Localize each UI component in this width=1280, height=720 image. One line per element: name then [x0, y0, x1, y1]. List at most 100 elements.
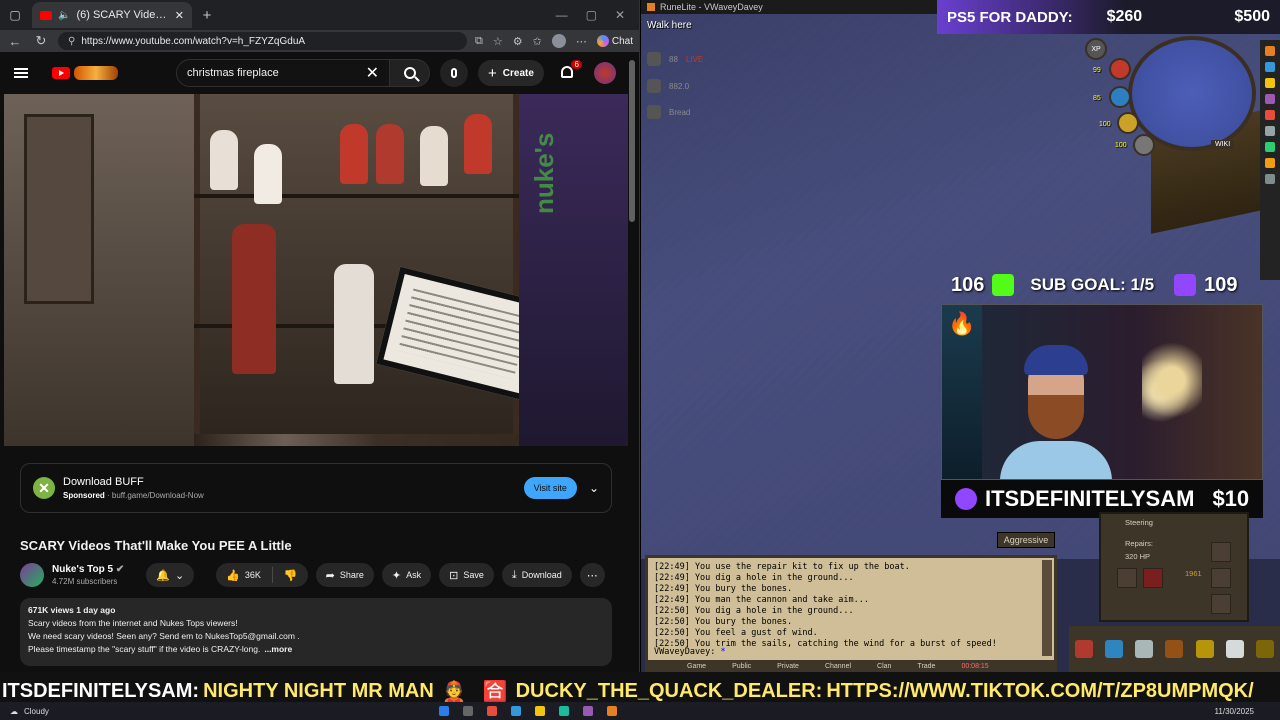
chat-tab-game[interactable]: Game	[687, 663, 706, 672]
wiki-button[interactable]: WIKI	[1211, 140, 1235, 149]
search-button[interactable]	[390, 59, 430, 87]
settings-icon[interactable]	[1265, 174, 1275, 184]
weather-label[interactable]: Cloudy	[24, 707, 49, 716]
plugin-icon[interactable]	[1265, 62, 1275, 72]
eye-icon[interactable]	[1117, 568, 1137, 588]
more-link[interactable]: ...more	[264, 644, 292, 654]
search-icon[interactable]	[462, 706, 473, 716]
minimize-icon[interactable]: —	[556, 8, 568, 22]
app-icon[interactable]	[582, 706, 593, 716]
download-button[interactable]: ⤓ Download	[501, 563, 572, 587]
favorite-star-icon[interactable]: ☆	[493, 35, 503, 48]
video-description[interactable]: 671K views 1 day ago Scary videos from t…	[20, 598, 612, 666]
page-scrollbar[interactable]	[629, 60, 635, 222]
chat-tab-clan[interactable]: Clan	[877, 663, 891, 672]
prohibit-icon[interactable]	[1143, 568, 1163, 588]
tab-close-icon[interactable]: ✕	[175, 9, 184, 22]
chevron-down-icon[interactable]: ⌄	[589, 481, 599, 495]
channel-name[interactable]: Nuke's Top 5 ✔	[52, 564, 124, 575]
visit-site-button[interactable]: Visit site	[523, 477, 577, 499]
stats-tab-icon[interactable]	[1105, 640, 1124, 658]
xp-orb[interactable]: XP	[1085, 38, 1107, 60]
boost-value: 882.0	[669, 81, 690, 91]
magic-tab-icon[interactable]	[1255, 640, 1274, 658]
chat-input[interactable]: VWaveyDavey: *	[654, 647, 726, 658]
plugin-icon[interactable]	[1265, 158, 1275, 168]
plugin-icon[interactable]	[1265, 78, 1275, 88]
ask-button[interactable]: ✦ Ask	[381, 563, 432, 587]
prayer-tab-icon[interactable]	[1225, 640, 1244, 658]
notifications-button[interactable]: 6	[558, 60, 582, 82]
app-icon[interactable]	[486, 706, 497, 716]
search-input[interactable]: christmas fireplace ✕	[176, 59, 390, 87]
menu-icon[interactable]	[14, 68, 28, 78]
special-attack-orb[interactable]	[1133, 134, 1155, 156]
panel-slot[interactable]	[1211, 568, 1231, 588]
plugin-icon[interactable]	[1265, 142, 1275, 152]
video-player[interactable]: nuke's	[4, 94, 628, 446]
edge-icon[interactable]	[558, 706, 569, 716]
app-install-icon[interactable]: ⧉	[475, 35, 483, 48]
plugin-icon[interactable]	[1265, 110, 1275, 120]
chat-timer: 00:08:15	[961, 663, 989, 670]
more-actions-button[interactable]: ⋯	[579, 563, 605, 587]
chat-tab-public[interactable]: Public	[732, 663, 751, 672]
youtube-doodle[interactable]	[74, 66, 118, 80]
copilot-chat-button[interactable]: Chat	[596, 35, 633, 47]
run-orb[interactable]	[1117, 112, 1139, 134]
tab-actions-icon[interactable]: ▢	[6, 6, 24, 24]
hitpoints-orb[interactable]	[1109, 58, 1131, 80]
twitch-icon	[1174, 274, 1197, 296]
tab-youtube[interactable]: 🔈 (6) SCARY Videos That'll Ma ✕	[32, 2, 192, 28]
favorites-icon[interactable]: ✩	[533, 35, 542, 48]
clear-search-icon[interactable]: ✕	[366, 63, 379, 83]
bell-icon: 🔔	[156, 569, 170, 582]
combat-tab-icon[interactable]	[1075, 640, 1094, 658]
share-button[interactable]: ➦ Share	[315, 563, 374, 587]
speaker-icon[interactable]: 🔈	[58, 10, 70, 21]
chatbox[interactable]: [22:49] You use the repair kit to fix up…	[645, 555, 1057, 663]
close-window-icon[interactable]: ✕	[615, 8, 625, 22]
maximize-icon[interactable]: ▢	[586, 8, 597, 22]
runelite-icon[interactable]	[606, 706, 617, 716]
weather-icon[interactable]: ☁	[10, 707, 18, 716]
chat-scrollbar[interactable]	[1042, 560, 1052, 656]
account-avatar[interactable]	[593, 62, 616, 84]
bell-icon	[560, 66, 573, 78]
panel-slot[interactable]	[1211, 542, 1231, 562]
more-options-icon[interactable]: ⋯	[576, 35, 587, 48]
chat-tab-channel[interactable]: Channel	[825, 663, 851, 672]
save-button[interactable]: ⊡ Save	[439, 563, 494, 587]
chat-tab-trade[interactable]: Trade	[917, 663, 935, 672]
app-icon[interactable]	[510, 706, 521, 716]
folder-icon[interactable]	[534, 706, 545, 716]
copilot-icon	[596, 35, 609, 47]
panel-slot[interactable]	[1211, 594, 1231, 614]
dislike-icon[interactable]: 👎	[284, 569, 298, 582]
back-icon[interactable]: ←	[6, 34, 24, 49]
prayer-orb[interactable]	[1109, 86, 1131, 108]
youtube-logo-icon[interactable]	[52, 67, 70, 79]
voice-search-button[interactable]	[440, 59, 468, 87]
inventory-tab-icon[interactable]	[1165, 640, 1184, 658]
plugin-icon[interactable]	[1265, 46, 1275, 56]
like-count[interactable]: 36K	[245, 570, 261, 580]
plugin-icon[interactable]	[1265, 126, 1275, 136]
subscription-bell-button[interactable]: 🔔 ⌄	[146, 563, 195, 587]
url-field[interactable]: ⚲ https://www.youtube.com/watch?v=h_FZYZ…	[58, 32, 468, 50]
quest-tab-icon[interactable]	[1135, 640, 1154, 658]
ticker-user: DUCKY_THE_QUACK_DEALER:	[515, 679, 823, 702]
chat-tab-private[interactable]: Private	[777, 663, 799, 672]
site-info-icon[interactable]: ⚲	[68, 36, 75, 47]
start-icon[interactable]	[438, 706, 449, 716]
channel-avatar[interactable]	[20, 563, 44, 587]
like-icon[interactable]: 👍	[226, 569, 240, 582]
profile-avatar[interactable]	[551, 34, 566, 48]
extensions-icon[interactable]: ⚙	[513, 35, 523, 48]
equipment-tab-icon[interactable]	[1195, 640, 1214, 658]
create-button[interactable]: + Create	[478, 60, 544, 86]
refresh-icon[interactable]: ↻	[32, 33, 50, 49]
sponsored-ad[interactable]: ✕ Download BUFF Sponsored · buff.game/Do…	[20, 463, 612, 513]
plugin-icon[interactable]	[1265, 94, 1275, 104]
new-tab-icon[interactable]: +	[198, 6, 216, 24]
